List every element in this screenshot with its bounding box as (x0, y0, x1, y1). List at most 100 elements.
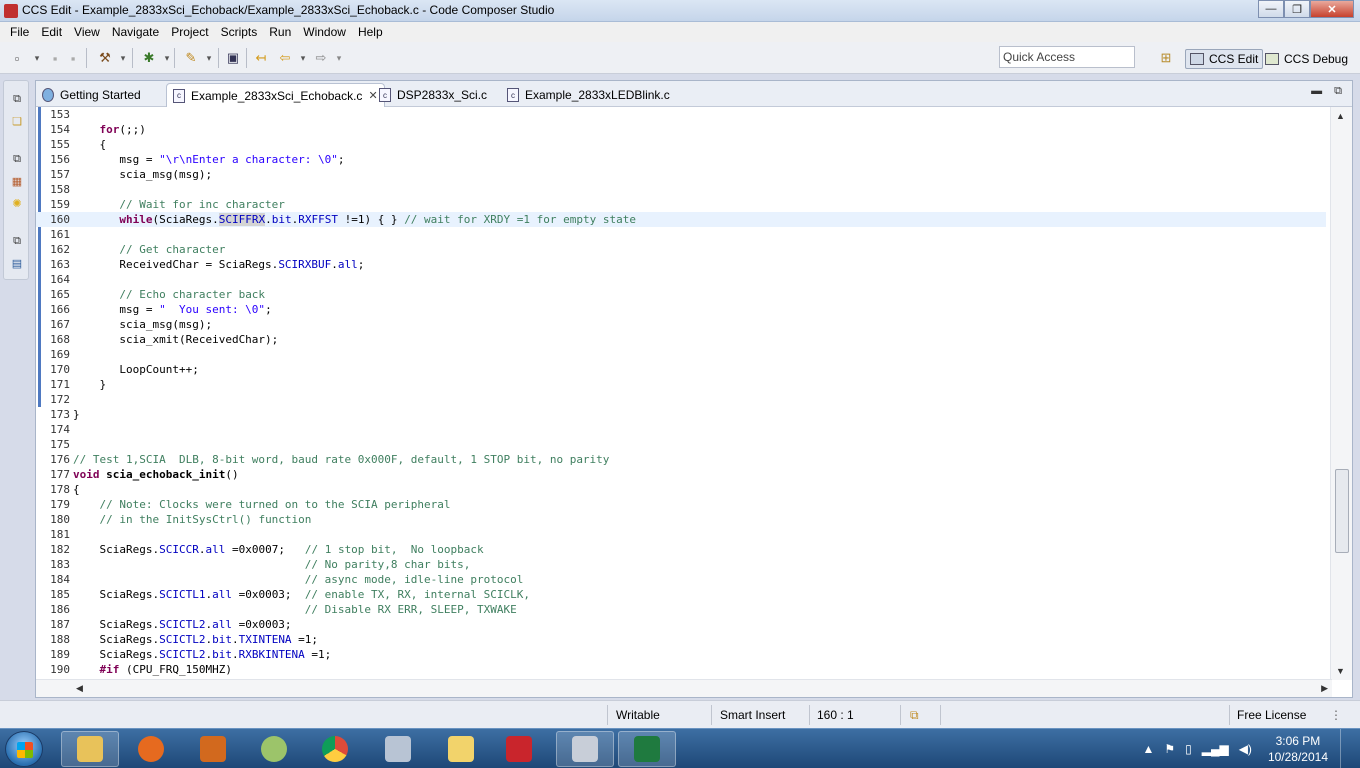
build-dropdown-icon[interactable]: ▾ (114, 49, 132, 67)
menu-navigate[interactable]: Navigate (106, 25, 165, 39)
restore-icon[interactable]: ⧉ (9, 151, 25, 167)
menu-scripts[interactable]: Scripts (215, 25, 264, 39)
maximize-button[interactable]: ❐ (1284, 0, 1310, 18)
code-line[interactable]: 178{ (36, 482, 1326, 497)
code-line[interactable]: 189 SciaRegs.SCICTL2.bit.RXBKINTENA =1; (36, 647, 1326, 662)
new-file-icon[interactable]: ▫ (8, 49, 26, 67)
vertical-scrollbar[interactable]: ▲ ▼ (1330, 107, 1352, 680)
code-line[interactable]: 179 // Note: Clocks were turned on to th… (36, 497, 1326, 512)
quick-access-input[interactable]: Quick Access (999, 46, 1135, 68)
menu-view[interactable]: View (68, 25, 106, 39)
code-line[interactable]: 166 msg = " You sent: \0"; (36, 302, 1326, 317)
open-perspective-icon[interactable]: ⊞ (1157, 49, 1175, 67)
outline-icon[interactable]: ▦ (9, 173, 25, 189)
back-arrow-icon[interactable]: ⇦ (276, 49, 294, 67)
perspective-ccs-debug[interactable]: CCS Debug (1265, 49, 1348, 69)
code-line[interactable]: 156 msg = "\r\nEnter a character: \0"; (36, 152, 1326, 167)
build-progress-icon[interactable]: ⧉ (910, 708, 919, 723)
code-line[interactable]: 154 for(;;) (36, 122, 1326, 137)
menu-help[interactable]: Help (352, 25, 389, 39)
code-line[interactable]: 168 scia_xmit(ReceivedChar); (36, 332, 1326, 347)
device-icon[interactable]: ▯ (1185, 742, 1192, 756)
minimize-button[interactable]: — (1258, 0, 1284, 18)
restore-icon[interactable]: ⧉ (9, 91, 25, 107)
taskbar-matlab[interactable] (184, 731, 242, 767)
status-license[interactable]: Free License (1237, 708, 1306, 722)
minimize-editor-icon[interactable]: ▬ (1311, 85, 1322, 98)
code-line[interactable]: 163 ReceivedChar = SciaRegs.SCIRXBUF.all… (36, 257, 1326, 272)
menu-run[interactable]: Run (263, 25, 297, 39)
tab-example-echoback[interactable]: c Example_2833xSci_Echoback.c ✕ (166, 83, 385, 107)
flash-dropdown-icon[interactable]: ▾ (200, 49, 218, 67)
taskbar-notes[interactable] (432, 731, 490, 767)
lightbulb-icon[interactable]: ✺ (9, 195, 25, 211)
code-line[interactable]: 170 LoopCount++; (36, 362, 1326, 377)
save-all-icon[interactable]: ▪ (64, 49, 82, 67)
new-dropdown-icon[interactable]: ▾ (28, 49, 46, 67)
code-line[interactable]: 173} (36, 407, 1326, 422)
maximize-editor-icon[interactable]: ⧉ (1334, 85, 1342, 98)
taskbar-excel[interactable] (618, 731, 676, 767)
save-icon[interactable]: ▪ (46, 49, 64, 67)
code-line[interactable]: 153 (36, 107, 1326, 122)
debug-bug-icon[interactable]: ✱ (140, 49, 158, 67)
scroll-down-icon[interactable]: ▼ (1336, 666, 1345, 676)
menu-project[interactable]: Project (165, 25, 214, 39)
code-line[interactable]: 185 SciaRegs.SCICTL1.all =0x0003; // ena… (36, 587, 1326, 602)
taskbar-firefox[interactable] (122, 731, 180, 767)
status-menu-icon[interactable]: ⋮ (1330, 708, 1342, 722)
show-desktop-button[interactable] (1340, 729, 1352, 768)
close-button[interactable]: ✕ (1310, 0, 1354, 18)
code-line[interactable]: 190 #if (CPU_FRQ_150MHZ) (36, 662, 1326, 677)
volume-icon[interactable]: ◀) (1239, 742, 1252, 756)
tab-led-blink[interactable]: c Example_2833xLEDBlink.c (501, 83, 676, 107)
taskbar-explorer[interactable] (61, 731, 119, 767)
code-line[interactable]: 159 // Wait for inc character (36, 197, 1326, 212)
action-center-flag-icon[interactable]: ⚑ (1164, 742, 1175, 756)
forward-dropdown-icon[interactable]: ▾ (330, 49, 348, 67)
menu-window[interactable]: Window (297, 25, 352, 39)
start-button[interactable] (5, 731, 43, 767)
scroll-thumb[interactable] (1335, 469, 1349, 553)
code-line[interactable]: 182 SciaRegs.SCICCR.all =0x0007; // 1 st… (36, 542, 1326, 557)
code-line[interactable]: 187 SciaRegs.SCICTL2.all =0x0003; (36, 617, 1326, 632)
code-line[interactable]: 174 (36, 422, 1326, 437)
perspective-ccs-edit[interactable]: CCS Edit (1185, 49, 1264, 69)
horizontal-scrollbar[interactable]: ◀ ▶ (36, 679, 1332, 697)
code-line[interactable]: 165 // Echo character back (36, 287, 1326, 302)
code-line[interactable]: 164 (36, 272, 1326, 287)
code-line[interactable]: 184 // async mode, idle-line protocol (36, 572, 1326, 587)
code-line[interactable]: 175 (36, 437, 1326, 452)
tab-dsp2833x-sci[interactable]: c DSP2833x_Sci.c (373, 83, 493, 107)
scroll-up-icon[interactable]: ▲ (1336, 111, 1345, 121)
code-line[interactable]: 177 void scia_echoback_init() (36, 467, 1326, 482)
tab-getting-started[interactable]: Getting Started (36, 83, 147, 107)
last-edit-icon[interactable]: ↤ (252, 49, 270, 67)
flash-wand-icon[interactable]: ✎ (182, 49, 200, 67)
code-editor[interactable]: 153 154 for(;;) 155 {156 msg = "\r\nEnter … (36, 107, 1326, 680)
project-explorer-icon[interactable]: ❏ (9, 113, 25, 129)
code-line[interactable]: 167 scia_msg(msg); (36, 317, 1326, 332)
build-hammer-icon[interactable]: ⚒ (96, 49, 114, 67)
code-line[interactable]: 181 (36, 527, 1326, 542)
clock[interactable]: 3:06 PM 10/28/2014 (1268, 733, 1328, 765)
code-line[interactable]: 180 // in the InitSysCtrl() function (36, 512, 1326, 527)
scroll-left-icon[interactable]: ◀ (76, 683, 83, 694)
code-line[interactable]: 186 // Disable RX ERR, SLEEP, TXWAKE (36, 602, 1326, 617)
forward-arrow-icon[interactable]: ⇨ (312, 49, 330, 67)
code-line[interactable]: 169 (36, 347, 1326, 362)
toggle-console-icon[interactable]: ▣ (224, 49, 242, 67)
code-line[interactable]: 162 // Get character (36, 242, 1326, 257)
code-line[interactable]: 155 { (36, 137, 1326, 152)
scroll-right-icon[interactable]: ▶ (1321, 683, 1328, 694)
show-hidden-icons-icon[interactable]: ▲ (1142, 742, 1154, 756)
code-line[interactable]: 171 } (36, 377, 1326, 392)
code-line[interactable]: 172 (36, 392, 1326, 407)
menu-edit[interactable]: Edit (35, 25, 68, 39)
code-line[interactable]: 183 // No parity,8 char bits, (36, 557, 1326, 572)
network-signal-icon[interactable]: ▂▄▆ (1202, 742, 1229, 756)
taskbar-ccs[interactable] (556, 731, 614, 767)
restore-icon[interactable]: ⧉ (9, 233, 25, 249)
code-line[interactable]: 158 (36, 182, 1326, 197)
taskbar-pdf[interactable] (490, 731, 548, 767)
